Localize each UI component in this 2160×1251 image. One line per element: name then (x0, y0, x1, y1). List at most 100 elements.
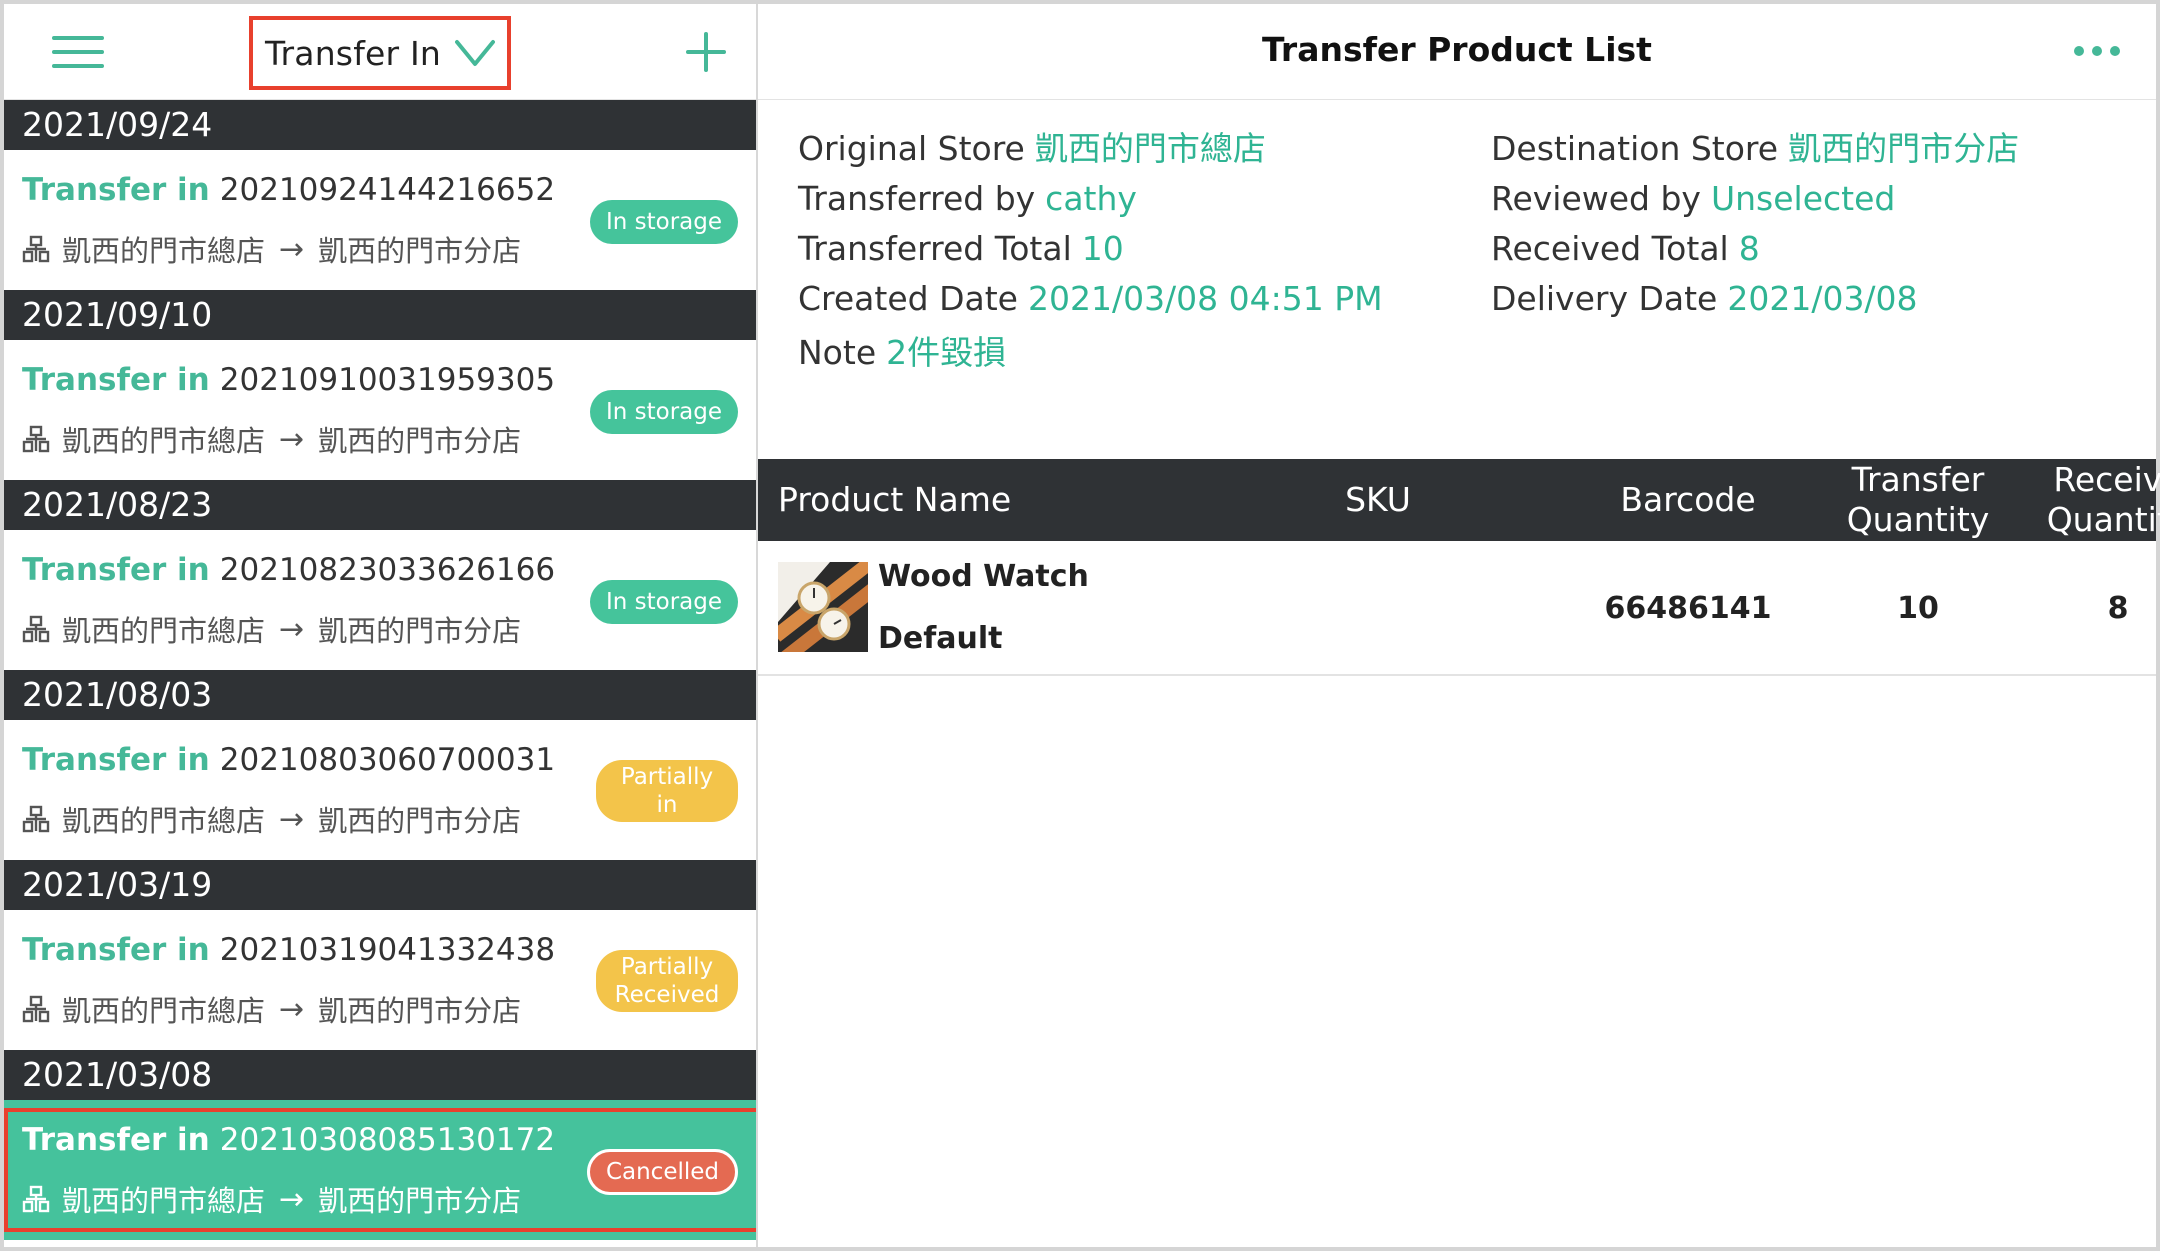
store-icon (22, 1185, 50, 1213)
transfer-tag: Transfer in (22, 932, 210, 968)
status-badge-line1: Partially (620, 954, 714, 980)
date-header: 2021/03/19 (4, 860, 756, 910)
more-options-icon[interactable] (2074, 46, 2120, 56)
detail-transferred-total: Transferred Total 10 (798, 224, 1383, 274)
transfer-list-panel: Transfer In 2021/09/24 Transfer in 2021092… (4, 4, 756, 1247)
product-variant: Default (878, 621, 1003, 656)
column-product-name: Product Name (778, 480, 1012, 519)
transfer-number: 20210803060700031 (219, 742, 556, 778)
transfer-mode-dropdown[interactable]: Transfer In (249, 16, 511, 90)
date-header: 2021/03/08 (4, 1050, 756, 1100)
list-item[interactable]: Transfer in 20210823033626166 凱西的門市總店 → 凱西的門… (4, 530, 756, 670)
chevron-down-icon (455, 40, 495, 66)
to-store: 凱西的門市分店 (318, 234, 522, 268)
column-transfer-quantity-line2: Quantity (1846, 500, 1990, 539)
detail-original-store: Original Store 凱西的門市總店 (798, 124, 1383, 174)
product-name: Wood Watch (878, 559, 1089, 594)
transfer-mode-label: Transfer In (265, 33, 442, 73)
column-barcode: Barcode (1620, 480, 1756, 519)
add-icon[interactable] (686, 32, 726, 72)
column-receive-quantity-line2: Quantity (2046, 500, 2160, 539)
list-item[interactable]: Transfer in 20210319041332438 凱西的門市總店 → 凱西的門… (4, 910, 756, 1050)
list-header: Transfer In (4, 4, 756, 100)
transfer-tag: Transfer in (22, 742, 210, 778)
detail-value: 2021/03/08 (1727, 279, 1918, 318)
detail-header: Transfer Product List (758, 4, 2156, 100)
from-store: 凱西的門市總店 (62, 804, 266, 838)
detail-value: 2021/03/08 04:51 PM (1027, 279, 1383, 318)
detail-label: Created Date (798, 279, 1018, 318)
from-store: 凱西的門市總店 (62, 234, 266, 268)
arrow-right-icon: → (279, 231, 305, 267)
detail-value: 凱西的門市總店 (1034, 129, 1266, 168)
product-table-header: Product Name SKU Barcode Transfer Quantit… (758, 459, 2160, 541)
detail-delivery-date: Delivery Date 2021/03/08 (1491, 274, 2019, 324)
status-badge: In storage (589, 580, 738, 624)
details-right-column: Destination Store 凱西的門市分店 Reviewed by Unse… (1491, 124, 2019, 324)
store-icon (22, 615, 50, 643)
status-badge-line2: in storage (623, 792, 711, 846)
store-icon (22, 425, 50, 453)
date-header: 2021/09/24 (4, 100, 756, 150)
details-left-column: Original Store 凱西的門市總店 Transferred by cath… (798, 124, 1383, 378)
list-item[interactable]: Transfer in 20210803060700031 凱西的門市總店 → 凱西的門… (4, 720, 756, 860)
store-icon (22, 235, 50, 263)
detail-transferred-by: Transferred by cathy (798, 174, 1383, 224)
detail-value: 10 (1081, 229, 1124, 268)
list-item[interactable]: Transfer in 20210308085130172 凱西的門市總店 → 凱西的門… (4, 1100, 756, 1240)
transfer-detail-panel: Transfer Product List Original Store 凱西的門… (758, 4, 2160, 1247)
detail-value: 8 (1738, 229, 1760, 268)
arrow-right-icon: → (279, 801, 305, 837)
arrow-right-icon: → (279, 611, 305, 647)
from-store: 凱西的門市總店 (62, 614, 266, 648)
arrow-right-icon: → (279, 421, 305, 457)
detail-label: Destination Store (1491, 129, 1779, 168)
detail-destination-store: Destination Store 凱西的門市分店 (1491, 124, 2019, 174)
to-store: 凱西的門市分店 (318, 614, 522, 648)
page-title: Transfer Product List (1262, 30, 1652, 69)
detail-reviewed-by[interactable]: Reviewed by Unselected (1491, 174, 2019, 224)
to-store: 凱西的門市分店 (318, 1184, 522, 1218)
transfer-list: 2021/09/24 Transfer in 20210924144216652 凱西… (4, 100, 756, 1240)
detail-value: 2件毀損 (886, 333, 1007, 372)
to-store: 凱西的門市分店 (318, 994, 522, 1028)
from-store: 凱西的門市總店 (62, 424, 266, 458)
status-badge-line2: Received (614, 982, 720, 1008)
store-icon (22, 805, 50, 833)
list-item[interactable]: Transfer in 20210924144216652 凱西的門市總店 → 凱西的門… (4, 150, 756, 290)
store-icon (22, 995, 50, 1023)
transfer-tag: Transfer in (22, 552, 210, 588)
detail-label: Delivery Date (1491, 279, 1718, 318)
detail-label: Transferred Total (798, 229, 1072, 268)
status-badge-line1: Partially (620, 764, 714, 790)
status-badge: Cancelled (586, 1149, 738, 1195)
menu-icon[interactable] (52, 34, 104, 70)
transfer-tag: Transfer in (22, 172, 210, 208)
to-store: 凱西的門市分店 (318, 804, 522, 838)
detail-note: Note 2件毀損 (798, 328, 1383, 378)
transfer-number: 20210308085130172 (219, 1122, 556, 1158)
arrow-right-icon: → (279, 991, 305, 1027)
detail-value: 凱西的門市分店 (1788, 129, 2020, 168)
transfer-number: 20210910031959305 (219, 362, 556, 398)
arrow-right-icon: → (279, 1181, 305, 1217)
product-barcode: 66486141 (1604, 591, 1772, 626)
status-badge: In storage (589, 200, 738, 244)
date-header: 2021/09/10 (4, 290, 756, 340)
detail-label: Original Store (798, 129, 1025, 168)
to-store: 凱西的門市分店 (318, 424, 522, 458)
status-badge: In storage (589, 390, 738, 434)
detail-value[interactable]: Unselected (1711, 179, 1895, 218)
column-transfer-quantity: Transfer Quantity (1818, 459, 2018, 541)
column-receive-quantity-line1: Receive (2053, 460, 2160, 499)
list-item[interactable]: Transfer in 20210910031959305 凱西的門市總店 → 凱西的門… (4, 340, 756, 480)
detail-value: cathy (1045, 179, 1137, 218)
product-thumbnail (778, 562, 868, 652)
table-row[interactable]: Wood Watch Default 66486141 10 8 (758, 541, 2156, 676)
product-receive-quantity: 8 (2107, 591, 2129, 626)
product-transfer-quantity: 10 (1897, 591, 1939, 626)
from-store: 凱西的門市總店 (62, 1184, 266, 1218)
status-badge: Partially Received (596, 950, 738, 1012)
status-badge: Partially in storage (596, 760, 738, 846)
detail-created-date: Created Date 2021/03/08 04:51 PM (798, 274, 1383, 324)
